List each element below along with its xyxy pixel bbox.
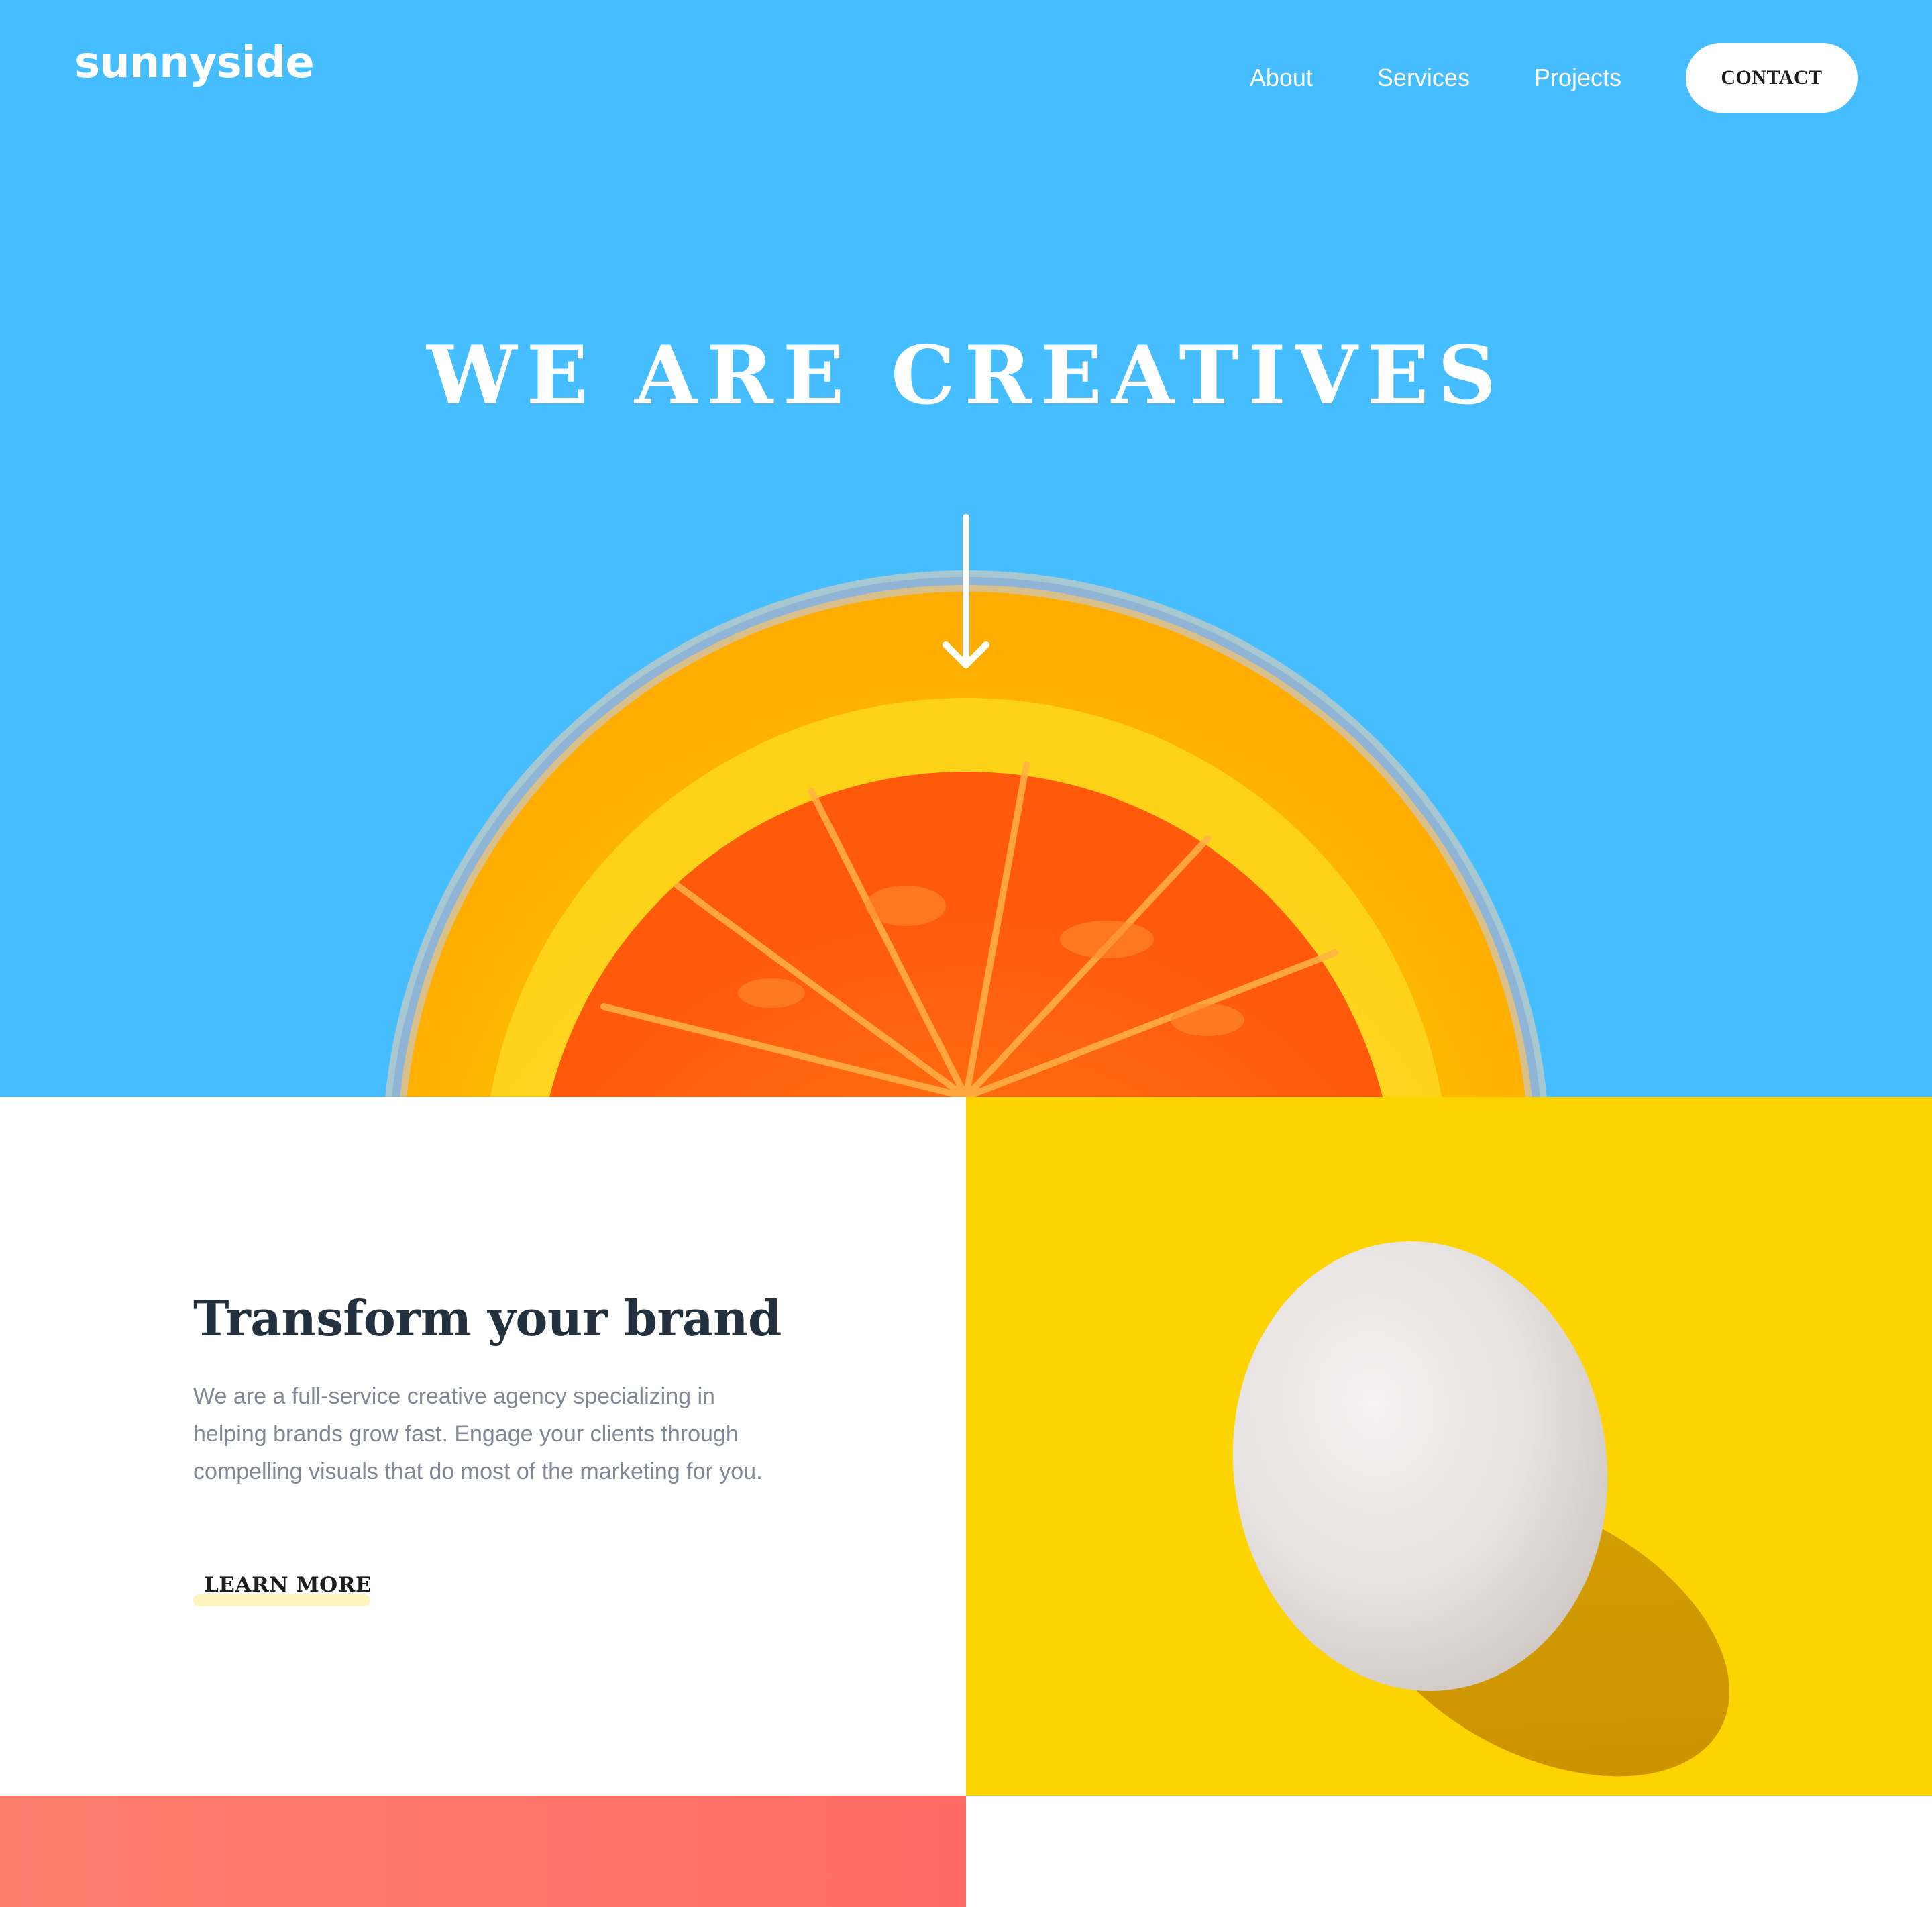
main-nav: About Services Projects CONTACT (1250, 43, 1858, 113)
hero-title: WE ARE CREATIVES (427, 328, 1505, 423)
hero-section: sunnyside About Services Projects CONTAC… (0, 0, 1932, 1097)
next-section-coral-tile (0, 1796, 966, 1907)
nav-link-about[interactable]: About (1250, 66, 1313, 90)
arrow-down-icon[interactable] (942, 513, 990, 671)
egg-illustration (1232, 1241, 1730, 1777)
feature-title: Transform your brand (193, 1290, 782, 1347)
landing-page: sunnyside About Services Projects CONTAC… (0, 0, 1932, 1907)
learn-more-link[interactable]: LEARN MORE (193, 1573, 382, 1606)
learn-more-label: LEARN MORE (204, 1573, 372, 1597)
brand-logo[interactable]: sunnyside (74, 42, 315, 85)
contact-button[interactable]: CONTACT (1686, 43, 1858, 113)
egg-image (966, 1097, 1932, 1796)
nav-link-services[interactable]: Services (1377, 66, 1470, 90)
nav-link-projects[interactable]: Projects (1534, 66, 1621, 90)
next-section-white-tile (966, 1796, 1932, 1907)
feature-description: We are a full-service creative agency sp… (193, 1384, 763, 1484)
transform-brand-section: Transform your brand We are a full-servi… (0, 1097, 966, 1796)
